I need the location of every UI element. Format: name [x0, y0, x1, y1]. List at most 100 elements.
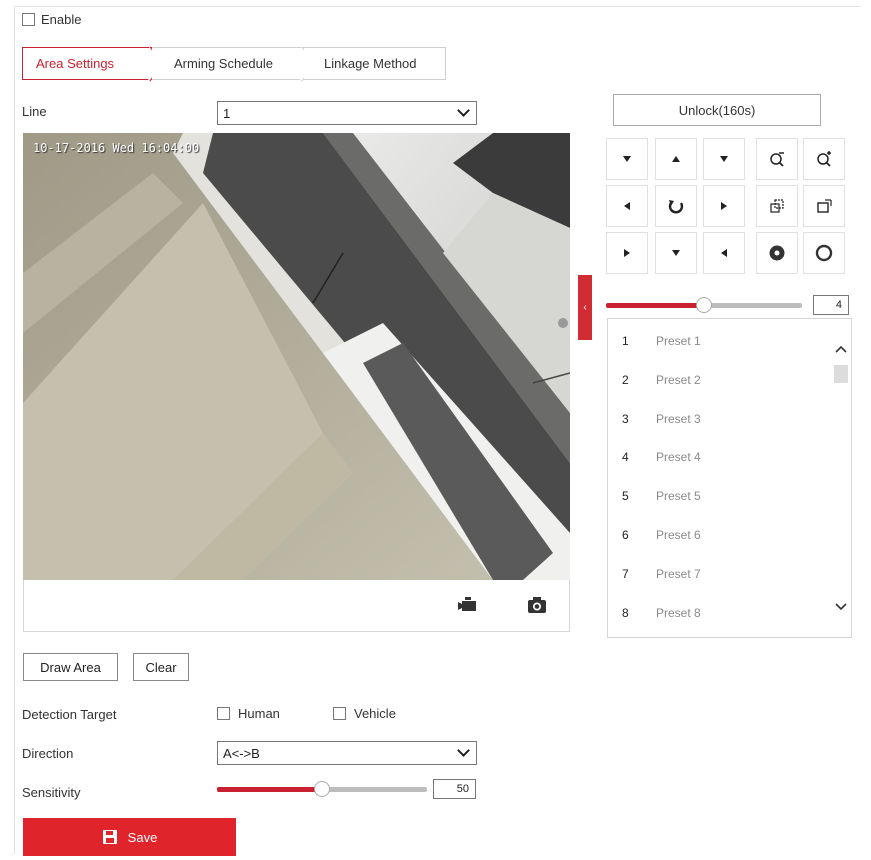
chevron-down-icon — [457, 104, 470, 117]
preset-item[interactable]: 3 Preset 3 — [608, 400, 828, 438]
camera-snapshot-icon[interactable] — [527, 596, 547, 614]
sensitivity-slider-fill — [217, 787, 322, 792]
preset-number: 5 — [622, 489, 629, 504]
ptz-speed-slider-fill — [606, 303, 704, 308]
video-osd-timestamp: 10-17-2016 Wed 16:04:00 — [33, 141, 200, 155]
ptz-left-icon — [622, 201, 632, 211]
preset-name: Preset 1 — [656, 334, 701, 348]
chevron-down-icon — [457, 744, 470, 757]
ptz-down-left-button[interactable] — [606, 232, 648, 274]
detection-target-label: Detection Target — [22, 707, 117, 722]
ptz-right-icon — [719, 201, 729, 211]
video-record-icon[interactable] — [457, 596, 477, 614]
ptz-down-left-icon — [622, 248, 632, 258]
focus-far-icon — [816, 198, 832, 214]
focus-near-button[interactable] — [756, 185, 798, 227]
preset-number: 6 — [622, 528, 629, 542]
ptz-up-button[interactable] — [655, 138, 697, 180]
ptz-right-button[interactable] — [703, 185, 745, 227]
line-select-value: 1 — [223, 105, 231, 121]
clear-button[interactable]: Clear — [133, 653, 189, 681]
draw-area-button[interactable]: Draw Area — [23, 653, 118, 681]
direction-select[interactable]: A<->B — [217, 741, 477, 765]
sensitivity-label: Sensitivity — [22, 785, 81, 800]
line-select[interactable]: 1 — [217, 101, 477, 125]
preset-name: Preset 4 — [656, 450, 701, 465]
ptz-up-right-icon — [719, 154, 729, 164]
ptz-auto-rotate-icon — [667, 197, 685, 215]
vehicle-label: Vehicle — [354, 706, 396, 721]
video-toolbar — [23, 580, 570, 632]
zoom-in-button[interactable] — [803, 138, 845, 180]
preset-list: 1 Preset 1 2 Preset 2 3 Preset 3 4 Preset 4 5 Pre… — [607, 318, 852, 638]
enable-checkbox[interactable] — [22, 13, 35, 26]
ptz-up-right-button[interactable] — [703, 138, 745, 180]
ptz-down-right-button[interactable] — [703, 232, 745, 274]
preset-item[interactable]: 1 Preset 1 — [608, 322, 828, 360]
sensitivity-value[interactable]: 50 — [433, 779, 476, 799]
preset-number: 4 — [622, 450, 629, 465]
preset-name: Preset 7 — [656, 566, 701, 581]
preset-name: Preset 8 — [656, 605, 701, 620]
preset-number: 2 — [622, 372, 629, 387]
preset-item[interactable]: 4 Preset 4 — [608, 438, 828, 476]
collapse-ptz-panel[interactable]: ‹ — [578, 275, 592, 340]
iris-open-button[interactable] — [756, 232, 798, 274]
tab-bar: Area Settings Arming Schedule Linkage Me… — [22, 47, 446, 80]
ptz-up-icon — [671, 154, 681, 164]
preset-item[interactable]: 6 Preset 6 — [608, 516, 828, 554]
ptz-down-icon — [671, 248, 681, 258]
preset-item[interactable]: 8 Preset 8 — [608, 594, 828, 632]
preset-number: 7 — [622, 566, 629, 581]
live-video[interactable]: 10-17-2016 Wed 16:04:00 — [23, 133, 570, 580]
preset-item[interactable]: 5 Preset 5 — [608, 477, 828, 515]
zoom-out-button[interactable] — [756, 138, 798, 180]
preset-item[interactable]: 2 Preset 2 — [608, 361, 828, 399]
tab-area-settings[interactable]: Area Settings — [22, 47, 152, 80]
preset-name: Preset 5 — [656, 489, 701, 504]
preset-name: Preset 6 — [656, 528, 701, 542]
preset-number: 3 — [622, 411, 629, 426]
save-button[interactable]: Save — [23, 818, 236, 856]
human-option: Human — [217, 706, 280, 721]
direction-select-value: A<->B — [223, 745, 260, 761]
ptz-speed-slider-thumb[interactable] — [696, 297, 712, 313]
focus-near-icon — [769, 198, 785, 214]
tab-arming-schedule[interactable]: Arming Schedule — [152, 47, 304, 80]
preset-scrollbar[interactable] — [830, 319, 852, 637]
vehicle-option: Vehicle — [333, 706, 396, 721]
enable-label: Enable — [41, 12, 82, 27]
chevron-left-icon: ‹ — [583, 302, 587, 313]
human-checkbox[interactable] — [217, 707, 230, 720]
ptz-down-button[interactable] — [655, 232, 697, 274]
iris-close-icon — [815, 244, 833, 262]
preset-number: 8 — [622, 605, 629, 620]
preset-item[interactable]: 7 Preset 7 — [608, 555, 828, 593]
ptz-down-right-icon — [719, 248, 729, 258]
tab-linkage-method[interactable]: Linkage Method — [304, 47, 446, 80]
ptz-speed-value[interactable]: 4 — [813, 295, 849, 315]
vehicle-checkbox[interactable] — [333, 707, 346, 720]
ptz-control-grid — [606, 138, 851, 274]
ptz-left-button[interactable] — [606, 185, 648, 227]
video-frame-image — [23, 133, 570, 580]
zoom-in-icon — [816, 151, 832, 167]
iris-close-button[interactable] — [803, 232, 845, 274]
preset-name: Preset 2 — [656, 372, 701, 387]
iris-open-icon — [768, 244, 786, 262]
floppy-disk-icon — [102, 830, 117, 844]
preset-number: 1 — [622, 334, 629, 348]
ptz-up-left-icon — [622, 154, 632, 164]
save-label: Save — [127, 829, 158, 845]
line-label: Line — [22, 104, 47, 119]
human-label: Human — [238, 706, 280, 721]
zoom-out-icon — [769, 151, 785, 167]
ptz-up-left-button[interactable] — [606, 138, 648, 180]
preset-name: Preset 3 — [656, 411, 701, 426]
ptz-auto-rotate-button[interactable] — [655, 185, 697, 227]
unlock-button[interactable]: Unlock(160s) — [613, 94, 821, 126]
enable-row: Enable — [22, 12, 81, 27]
direction-label: Direction — [22, 746, 74, 761]
focus-far-button[interactable] — [803, 185, 845, 227]
sensitivity-slider-thumb[interactable] — [314, 781, 330, 797]
